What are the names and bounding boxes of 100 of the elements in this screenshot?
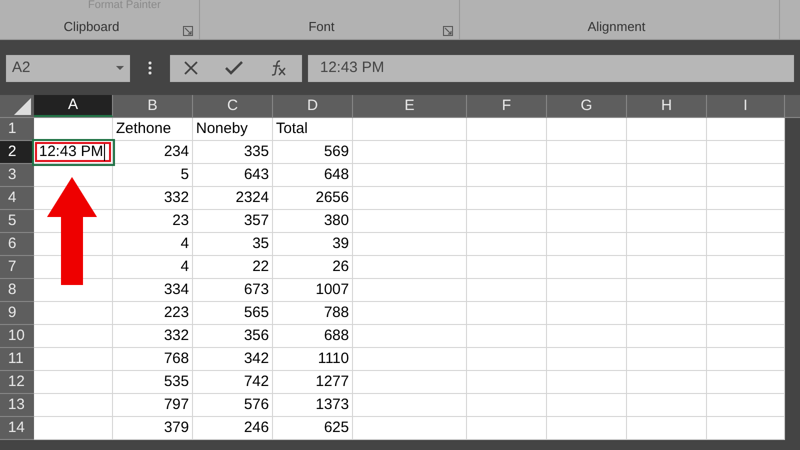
table-cell[interactable]	[34, 118, 113, 141]
table-cell[interactable]	[34, 371, 113, 394]
table-cell[interactable]	[353, 348, 467, 371]
table-cell[interactable]	[547, 371, 627, 394]
table-cell[interactable]: 335	[193, 141, 273, 164]
table-cell[interactable]	[707, 233, 785, 256]
table-cell[interactable]	[707, 164, 785, 187]
name-box[interactable]: A2	[6, 54, 130, 82]
column-header[interactable]: D	[273, 95, 353, 117]
table-cell[interactable]: 4	[113, 256, 193, 279]
table-cell[interactable]	[707, 141, 785, 164]
table-cell[interactable]	[627, 279, 707, 302]
row-header[interactable]: 5	[0, 210, 34, 233]
row-header[interactable]: 2	[0, 141, 34, 164]
table-cell[interactable]: 565	[193, 302, 273, 325]
table-cell[interactable]	[467, 210, 547, 233]
table-cell[interactable]: 625	[273, 417, 353, 440]
table-cell[interactable]: 1277	[273, 371, 353, 394]
row-header[interactable]: 6	[0, 233, 34, 256]
table-cell[interactable]: 2324	[193, 187, 273, 210]
table-cell[interactable]	[467, 256, 547, 279]
table-cell[interactable]	[467, 279, 547, 302]
table-cell[interactable]	[707, 187, 785, 210]
table-cell[interactable]: 22	[193, 256, 273, 279]
table-cell[interactable]: 26	[273, 256, 353, 279]
column-header[interactable]: H	[627, 95, 707, 117]
table-cell[interactable]: 797	[113, 394, 193, 417]
table-cell[interactable]	[353, 302, 467, 325]
row-header[interactable]: 1	[0, 118, 34, 141]
table-cell[interactable]	[467, 417, 547, 440]
table-cell[interactable]: 1110	[273, 348, 353, 371]
table-cell[interactable]	[627, 417, 707, 440]
table-cell[interactable]	[627, 325, 707, 348]
table-cell[interactable]: 648	[273, 164, 353, 187]
table-cell[interactable]: 576	[193, 394, 273, 417]
table-cell[interactable]: 342	[193, 348, 273, 371]
table-cell[interactable]	[627, 256, 707, 279]
table-cell[interactable]	[547, 302, 627, 325]
table-cell[interactable]	[353, 210, 467, 233]
dialog-launcher-icon[interactable]	[443, 26, 453, 36]
table-cell[interactable]	[34, 325, 113, 348]
table-cell[interactable]: 569	[273, 141, 353, 164]
row-header[interactable]: 9	[0, 302, 34, 325]
column-header[interactable]: G	[547, 95, 627, 117]
table-cell[interactable]	[467, 348, 547, 371]
column-header[interactable]: I	[707, 95, 785, 117]
table-cell[interactable]	[707, 348, 785, 371]
table-cell[interactable]	[627, 233, 707, 256]
table-cell[interactable]	[547, 141, 627, 164]
table-cell[interactable]: 380	[273, 210, 353, 233]
table-cell[interactable]	[627, 118, 707, 141]
row-header[interactable]: 12	[0, 371, 34, 394]
row-header[interactable]: 3	[0, 164, 34, 187]
table-cell[interactable]	[467, 118, 547, 141]
table-cell[interactable]	[353, 325, 467, 348]
table-cell[interactable]	[547, 187, 627, 210]
table-cell[interactable]	[627, 164, 707, 187]
table-cell[interactable]	[707, 210, 785, 233]
table-cell[interactable]	[467, 187, 547, 210]
table-cell[interactable]: 234	[113, 141, 193, 164]
table-cell[interactable]: 535	[113, 371, 193, 394]
table-cell[interactable]	[627, 371, 707, 394]
table-cell[interactable]: 356	[193, 325, 273, 348]
table-cell[interactable]	[707, 302, 785, 325]
column-header[interactable]: A	[34, 95, 113, 117]
table-cell[interactable]: 332	[113, 325, 193, 348]
table-cell[interactable]: Noneby	[193, 118, 273, 141]
row-header[interactable]: 10	[0, 325, 34, 348]
table-cell[interactable]	[707, 325, 785, 348]
table-cell[interactable]	[353, 141, 467, 164]
dialog-launcher-icon[interactable]	[183, 26, 193, 36]
row-header[interactable]: 13	[0, 394, 34, 417]
table-cell[interactable]	[627, 187, 707, 210]
table-cell[interactable]: 4	[113, 233, 193, 256]
table-cell[interactable]	[34, 417, 113, 440]
formula-field[interactable]: 12:43 PM	[308, 54, 794, 82]
row-header[interactable]: 4	[0, 187, 34, 210]
table-cell[interactable]	[353, 256, 467, 279]
table-cell[interactable]	[353, 164, 467, 187]
table-cell[interactable]	[34, 279, 113, 302]
checkmark-icon[interactable]	[224, 61, 243, 75]
table-cell[interactable]: Zethone	[113, 118, 193, 141]
table-cell[interactable]	[707, 256, 785, 279]
row-header[interactable]: 14	[0, 417, 34, 440]
table-cell[interactable]: 379	[113, 417, 193, 440]
row-header[interactable]: 11	[0, 348, 34, 371]
table-cell[interactable]	[467, 371, 547, 394]
table-cell[interactable]: Total	[273, 118, 353, 141]
table-cell[interactable]	[467, 394, 547, 417]
table-cell[interactable]: 39	[273, 233, 353, 256]
table-cell[interactable]	[707, 279, 785, 302]
table-cell[interactable]: 688	[273, 325, 353, 348]
table-cell[interactable]: 35	[193, 233, 273, 256]
table-cell[interactable]: 1007	[273, 279, 353, 302]
table-cell[interactable]	[467, 141, 547, 164]
table-cell[interactable]	[547, 210, 627, 233]
column-header[interactable]: E	[353, 95, 467, 117]
table-cell[interactable]	[467, 233, 547, 256]
table-cell[interactable]	[353, 233, 467, 256]
table-cell[interactable]: 673	[193, 279, 273, 302]
